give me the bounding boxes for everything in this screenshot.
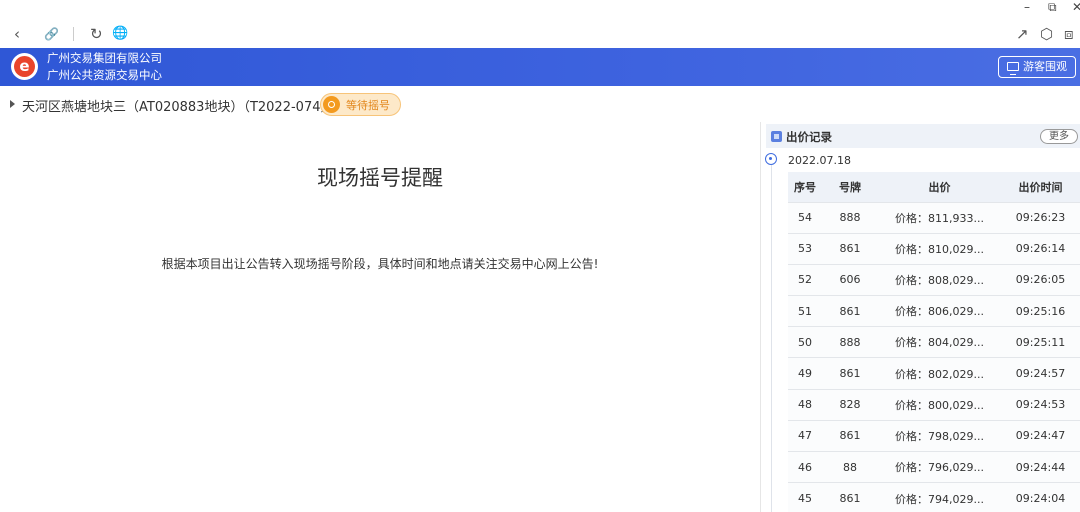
row-time: 09:26:14	[1001, 232, 1080, 265]
row-time: 09:25:16	[1001, 295, 1080, 327]
page-title: 现场摇号提醒	[317, 166, 443, 190]
row-time: 09:25:11	[1001, 326, 1080, 358]
lottery-notice: 根据本项目出让公告转入现场摇号阶段，具体时间和地点请关注交易中心网上公告!	[161, 257, 599, 271]
row-price: 价格：796,029...	[878, 450, 1001, 483]
back-icon[interactable]: ‹	[14, 26, 20, 42]
table-row: 53 861 价格：810,029... 09:26:14	[788, 232, 1080, 265]
toolbar-divider	[73, 27, 74, 41]
org-name-line2: 广州公共资源交易中心	[47, 68, 162, 82]
row-time: 09:24:47	[1001, 419, 1080, 452]
row-seq: 51	[788, 295, 822, 327]
row-seq: 53	[788, 232, 822, 265]
column-header-seq: 序号	[788, 172, 822, 202]
row-plate: 888	[822, 201, 878, 234]
row-price: 价格：810,029...	[878, 232, 1001, 265]
row-seq: 46	[788, 450, 822, 483]
row-plate: 606	[822, 263, 878, 296]
table-row: 51 861 价格：806,029... 09:25:16	[788, 295, 1080, 327]
share-icon[interactable]: ↗	[1016, 26, 1029, 42]
plot-title: 天河区燕塘地块三（AT020883地块）（T2022-074）	[22, 100, 334, 115]
visitor-view-button[interactable]: 游客围观	[998, 56, 1076, 78]
row-time: 09:24:53	[1001, 388, 1080, 421]
row-price: 价格：800,029...	[878, 388, 1001, 421]
extension-icon[interactable]: ⧈	[1064, 26, 1074, 42]
row-plate: 861	[822, 295, 878, 327]
table-row: 49 861 价格：802,029... 09:24:57	[788, 357, 1080, 390]
status-label: 等待摇号	[346, 99, 390, 112]
row-time: 09:24:57	[1001, 357, 1080, 390]
row-price: 价格：811,933...	[878, 201, 1001, 234]
row-time: 09:26:05	[1001, 263, 1080, 296]
minimize-icon[interactable]: –	[1024, 0, 1030, 14]
caret-right-icon	[10, 100, 15, 108]
status-badge: 等待摇号	[320, 93, 401, 116]
logo-e-icon: e	[14, 56, 35, 77]
row-seq: 54	[788, 201, 822, 234]
row-plate: 888	[822, 326, 878, 358]
panel-divider	[760, 122, 761, 512]
restore-icon[interactable]: ⧉	[1048, 0, 1057, 14]
table-row: 48 828 价格：800,029... 09:24:53	[788, 388, 1080, 421]
table-row: 50 888 价格：804,029... 09:25:11	[788, 326, 1080, 358]
row-time: 09:24:04	[1001, 482, 1080, 512]
column-header-time: 出价时间	[1001, 172, 1080, 202]
close-icon[interactable]: ✕	[1072, 0, 1080, 14]
row-price: 价格：806,029...	[878, 295, 1001, 327]
refresh-icon[interactable]: ↻	[90, 26, 103, 42]
row-price: 价格：804,029...	[878, 326, 1001, 358]
table-row: 45 861 价格：794,029... 09:24:04	[788, 482, 1080, 512]
bid-record-table: 序号 号牌 出价 出价时间 54 888 价格：811,933... 09:26…	[788, 172, 1080, 512]
row-price: 价格：808,029...	[878, 263, 1001, 296]
bid-record-title: 出价记录	[786, 130, 832, 144]
row-plate: 88	[822, 450, 878, 483]
site-header: e 广州交易集团有限公司 广州公共资源交易中心 游客围观	[0, 48, 1080, 86]
row-seq: 50	[788, 326, 822, 358]
row-price: 价格：794,029...	[878, 482, 1001, 512]
site-logo[interactable]: e	[11, 53, 38, 80]
table-row: 52 606 价格：808,029... 09:26:05	[788, 263, 1080, 296]
bid-record-header: 出价记录 更多	[766, 124, 1080, 148]
row-time: 09:24:44	[1001, 450, 1080, 483]
table-row: 47 861 价格：798,029... 09:24:47	[788, 419, 1080, 452]
bid-date: 2022.07.18	[788, 154, 851, 167]
column-header-price: 出价	[878, 172, 1001, 202]
row-plate: 861	[822, 232, 878, 265]
link-icon[interactable]: 🔗	[44, 26, 59, 42]
timeline-line	[771, 165, 772, 512]
visitor-view-label: 游客围观	[1023, 60, 1067, 73]
row-seq: 45	[788, 482, 822, 512]
row-plate: 861	[822, 357, 878, 390]
screen-icon	[1007, 62, 1019, 75]
cube-icon[interactable]: ⬡	[1040, 26, 1053, 42]
row-plate: 861	[822, 419, 878, 452]
row-price: 价格：802,029...	[878, 357, 1001, 390]
table-row: 54 888 价格：811,933... 09:26:23	[788, 201, 1080, 234]
table-row: 46 88 价格：796,029... 09:24:44	[788, 450, 1080, 483]
globe-icon[interactable]: 🌐	[112, 26, 128, 42]
row-plate: 861	[822, 482, 878, 512]
org-name-line1: 广州交易集团有限公司	[47, 51, 162, 65]
more-button[interactable]: 更多	[1040, 129, 1078, 144]
record-icon	[771, 131, 782, 142]
row-seq: 49	[788, 357, 822, 390]
row-seq: 52	[788, 263, 822, 296]
timeline-dot-icon	[765, 153, 777, 165]
row-seq: 48	[788, 388, 822, 421]
row-time: 09:26:23	[1001, 201, 1080, 234]
row-price: 价格：798,029...	[878, 419, 1001, 452]
clock-icon	[323, 96, 340, 113]
row-seq: 47	[788, 419, 822, 452]
row-plate: 828	[822, 388, 878, 421]
table-header-row: 序号 号牌 出价 出价时间	[788, 172, 1080, 202]
browser-toolbar: ‹ 🔗 ↻ 🌐 – ⧉ ✕ ↗ ⬡ ⧈	[0, 0, 1080, 48]
column-header-plate: 号牌	[822, 172, 878, 202]
